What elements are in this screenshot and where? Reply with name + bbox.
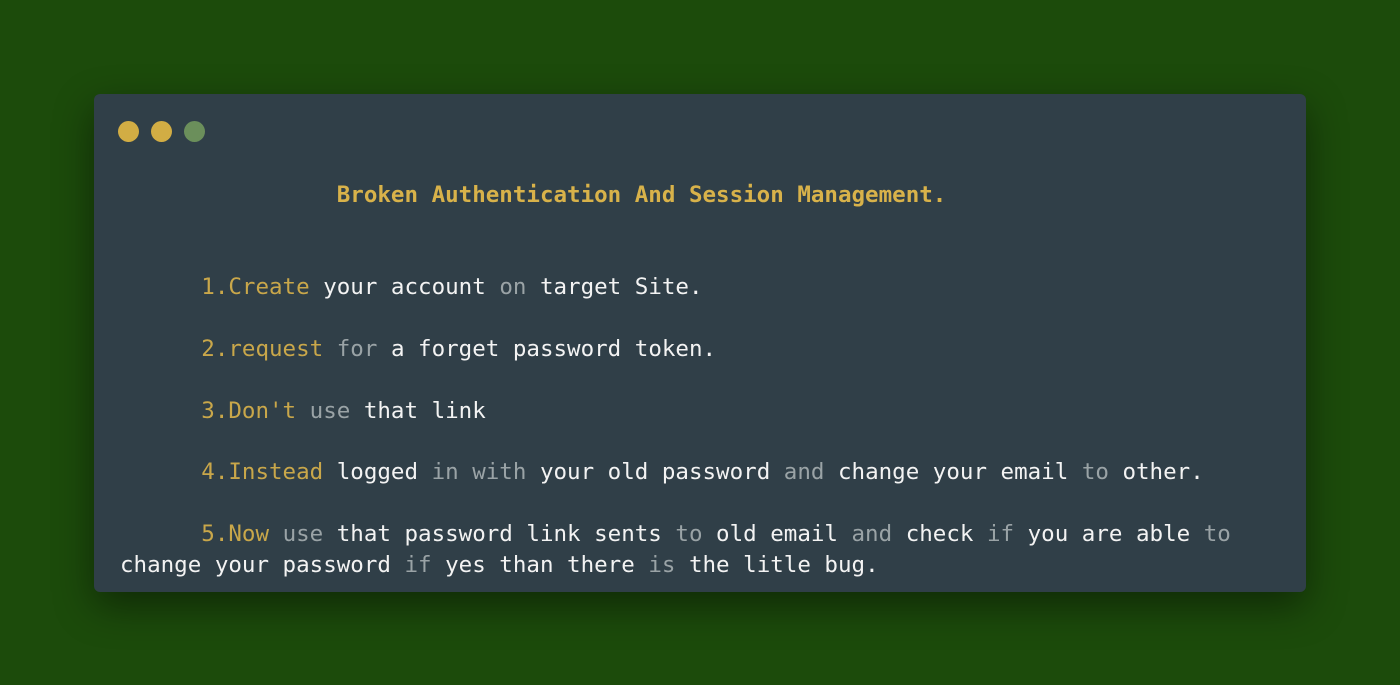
page-title: Broken Authentication And Session Manage… [336, 182, 947, 208]
step-3: 3.Don't use that link [201, 397, 486, 424]
step-4: 4.Instead logged in with your old passwo… [201, 459, 1204, 486]
maximize-dot-icon[interactable] [184, 121, 205, 142]
step-1: 1.Create your account on target Site. [201, 274, 703, 301]
step-5: 5.Now use that password link sents to ol… [120, 520, 1231, 578]
window-controls [118, 121, 205, 142]
close-dot-icon[interactable] [118, 121, 139, 142]
minimize-dot-icon[interactable] [151, 121, 172, 142]
code-block: Broken Authentication And Session Manage… [120, 180, 1231, 580]
code-window: Broken Authentication And Session Manage… [94, 94, 1306, 592]
step-2: 2.request for a forget password token. [201, 335, 717, 362]
